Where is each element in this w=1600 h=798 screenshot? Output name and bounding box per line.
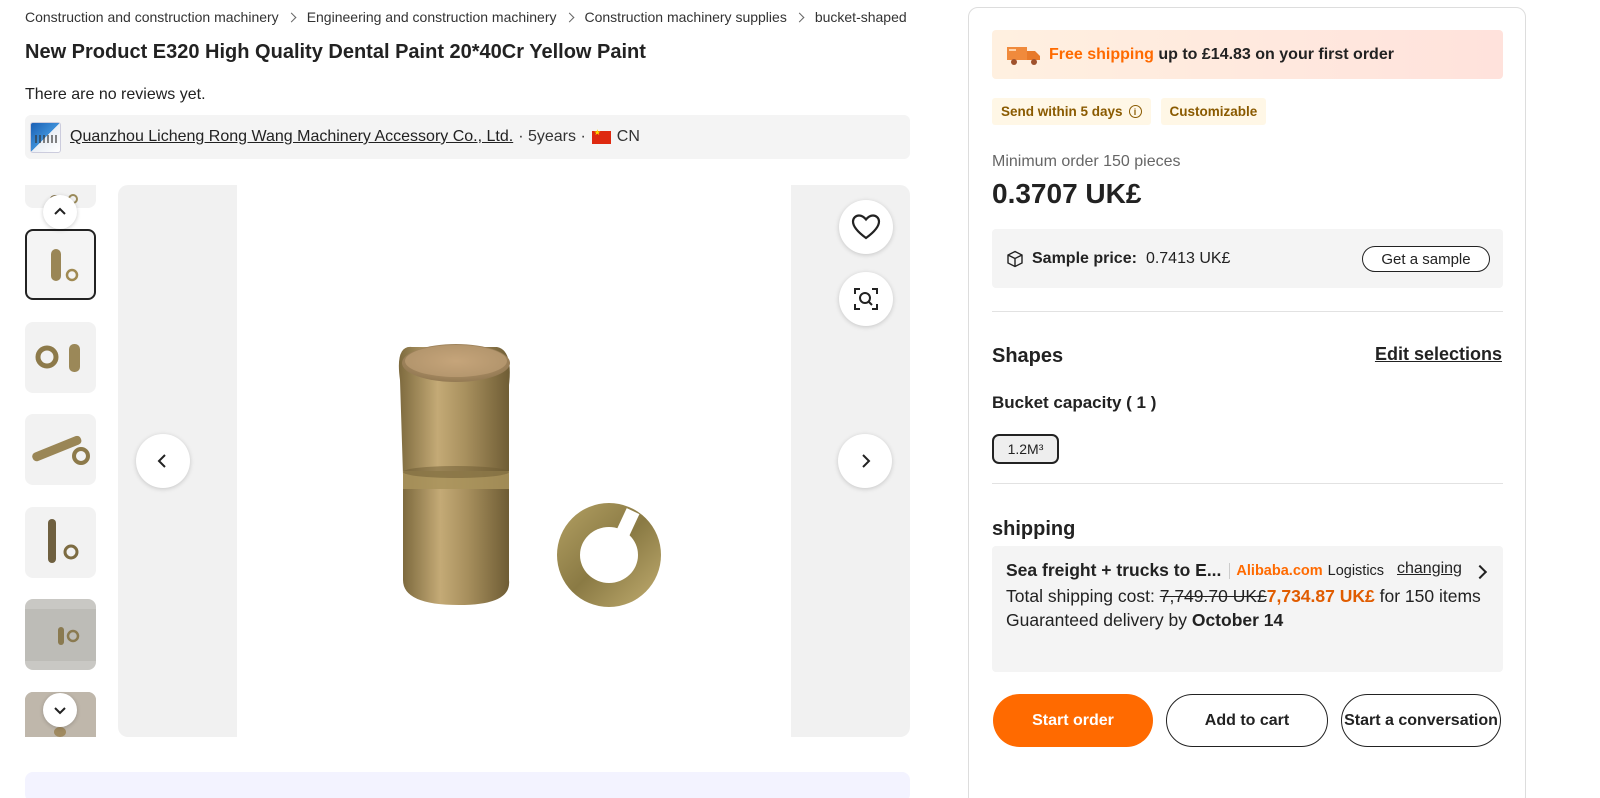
reviews-text: There are no reviews yet. — [25, 86, 206, 103]
image-search-icon — [854, 288, 878, 310]
dispatch-tag[interactable]: Send within 5 days i — [992, 98, 1151, 125]
thumbnail[interactable] — [25, 229, 96, 300]
breadcrumb-item[interactable]: Engineering and construction machinery — [307, 9, 557, 25]
shapes-heading: Shapes — [992, 345, 1064, 367]
favorite-button[interactable] — [839, 200, 893, 254]
new-shipping-cost: 7,734.87 UK£ — [1266, 586, 1375, 606]
free-shipping-text: up to £14.83 on your first order — [1153, 45, 1394, 63]
sample-price-label: Sample price: — [1032, 249, 1137, 267]
supplier-name-link[interactable]: Quanzhou Licheng Rong Wang Machinery Acc… — [70, 128, 513, 146]
supplier-country: CN — [616, 128, 640, 145]
delivery-label: Guaranteed delivery by — [1006, 610, 1187, 630]
supplier-bar: Quanzhou Licheng Rong Wang Machinery Acc… — [25, 115, 910, 159]
next-image-button[interactable] — [838, 434, 892, 488]
thumbnail-strip — [25, 185, 97, 737]
alibaba-logo: Alibaba.com — [1236, 562, 1323, 579]
supplier-years: · 5years · — [518, 128, 586, 145]
truck-icon — [1006, 43, 1042, 67]
shipping-method: Sea freight + trucks to E... — [1006, 560, 1222, 580]
change-shipping-link[interactable]: changing — [1397, 560, 1462, 578]
info-icon[interactable]: i — [1128, 105, 1142, 118]
package-icon — [1007, 250, 1023, 267]
product-title: New Product E320 High Quality Dental Pai… — [25, 41, 646, 63]
free-shipping-banner: Free shipping up to £14.83 on your first… — [992, 30, 1503, 79]
chevron-down-icon[interactable] — [43, 693, 77, 727]
chevron-right-icon — [564, 12, 574, 22]
get-sample-button[interactable]: Get a sample — [1362, 246, 1490, 272]
divider — [1229, 562, 1231, 579]
image-search-button[interactable] — [839, 272, 893, 326]
start-conversation-button[interactable]: Start a conversation — [1341, 694, 1501, 747]
supplier-logo[interactable] — [30, 121, 61, 153]
unit-price: 0.3707 UK£ — [992, 178, 1142, 209]
add-to-cart-button[interactable]: Add to cart — [1166, 694, 1328, 747]
delivery-date: October 14 — [1191, 610, 1284, 630]
bottom-banner — [25, 772, 910, 798]
chevron-right-icon — [862, 454, 871, 468]
capacity-option[interactable]: 1.2M³ — [992, 434, 1059, 464]
breadcrumb-item[interactable]: Construction and construction machinery — [25, 9, 279, 25]
thumbnail[interactable] — [25, 414, 96, 485]
previous-image-button[interactable] — [136, 434, 190, 488]
free-shipping-highlight: Free shipping — [1049, 45, 1154, 63]
heart-icon — [851, 214, 881, 240]
sample-price-box: Sample price: 0.7413 UK£ Get a sample — [992, 229, 1503, 288]
divider — [992, 483, 1503, 484]
thumbnail[interactable] — [25, 322, 96, 393]
action-buttons: Start order Add to cart Start a conversa… — [993, 694, 1501, 747]
shipping-box: Sea freight + trucks to E... Alibaba.com… — [992, 546, 1503, 672]
thumbnail[interactable] — [25, 599, 96, 670]
sample-price-value: 0.7413 UK£ — [1145, 249, 1231, 267]
chevron-right-icon — [286, 12, 297, 22]
breadcrumb: Construction and construction machinery … — [25, 9, 907, 25]
divider — [992, 311, 1503, 312]
minimum-order: Minimum order 150 pieces — [992, 153, 1181, 170]
shipping-heading: shipping — [992, 518, 1076, 540]
edit-selections-link[interactable]: Edit selections — [1375, 344, 1502, 365]
china-flag-icon — [591, 128, 611, 144]
purchase-panel: Free shipping up to £14.83 on your first… — [968, 7, 1526, 798]
chevron-left-icon — [157, 454, 166, 468]
start-order-button[interactable]: Start order — [993, 694, 1153, 747]
chevron-right-icon — [794, 12, 805, 22]
product-photo — [237, 185, 791, 737]
bucket-capacity-label: Bucket capacity ( 1 ) — [992, 393, 1157, 412]
customizable-tag: Customizable — [1160, 98, 1267, 125]
breadcrumb-item[interactable]: bucket-shaped — [815, 9, 907, 25]
thumbnail[interactable] — [25, 507, 96, 578]
tag-row: Send within 5 days i Customizable — [992, 98, 1267, 125]
dispatch-tag-label: Send within 5 days — [1001, 104, 1123, 119]
old-shipping-cost: 7,749.70 UK£ — [1159, 586, 1267, 606]
breadcrumb-item[interactable]: Construction machinery supplies — [585, 9, 787, 25]
shipping-cost-suffix: for 150 items — [1379, 586, 1481, 606]
main-product-image[interactable] — [118, 185, 910, 737]
chevron-up-icon[interactable] — [43, 195, 77, 229]
shipping-cost-label: Total shipping cost: — [1006, 586, 1155, 606]
logistics-label: Logistics — [1327, 562, 1385, 579]
